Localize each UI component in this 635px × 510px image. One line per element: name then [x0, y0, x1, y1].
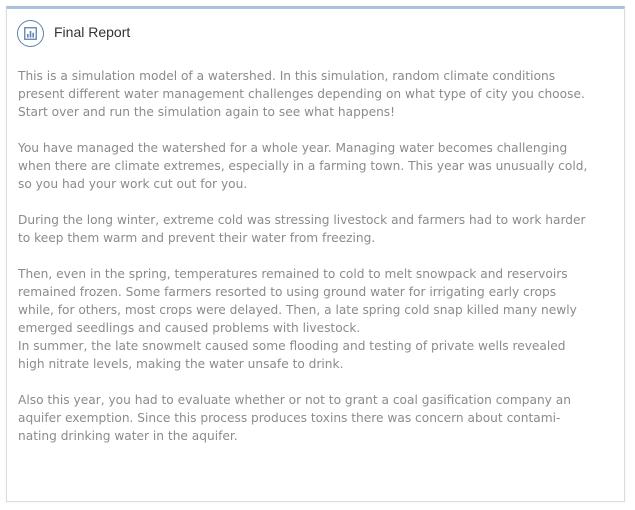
- paragraph-aquifer: Also this year, you had to evaluate whet…: [18, 391, 618, 445]
- paragraph-line: so you had your work cut out for you.: [18, 177, 248, 191]
- paragraph-line: Then, even in the spring, temperatures r…: [18, 267, 568, 281]
- paragraph-line: Also this year, you had to evaluate whet…: [18, 393, 571, 407]
- paragraph-line: You have managed the watershed for a who…: [18, 141, 568, 155]
- paragraph-line: high nitrate levels, making the water un…: [18, 357, 344, 371]
- paragraph-line: This is a simulation model of a watershe…: [18, 69, 556, 83]
- final-report-panel: Final Report This is a simulation model …: [6, 6, 625, 502]
- paragraph-intro: This is a simulation model of a watershe…: [18, 67, 618, 121]
- paragraph-line: present different water management chall…: [18, 87, 585, 101]
- paragraph-line: while, for others, most crops were delay…: [18, 303, 577, 317]
- paragraph-line: During the long winter, extreme cold was…: [18, 213, 586, 227]
- paragraph-line: In summer, the late snowmelt caused some…: [18, 339, 566, 353]
- report-body: This is a simulation model of a watershe…: [18, 67, 618, 445]
- paragraph-spring-summer: Then, even in the spring, temperatures r…: [18, 265, 618, 373]
- paragraph-line: Start over and run the simulation again …: [18, 105, 396, 119]
- paragraph-line: emerged seedlings and caused problems wi…: [18, 321, 361, 335]
- paragraph-year-summary: You have managed the watershed for a who…: [18, 139, 618, 193]
- paragraph-winter: During the long winter, extreme cold was…: [18, 211, 618, 247]
- bar-chart-glyph: [24, 27, 37, 40]
- paragraph-line: when there are climate extremes, especia…: [18, 159, 588, 173]
- report-header: Final Report: [7, 9, 624, 55]
- paragraph-line: to keep them warm and prevent their wate…: [18, 231, 376, 245]
- paragraph-line: remained frozen. Some farmers resorted t…: [18, 285, 557, 299]
- bar-chart-icon: [17, 20, 44, 47]
- paragraph-line: aquifer exemption. Since this process pr…: [18, 411, 561, 425]
- paragraph-line: nating drinking water in the aquifer.: [18, 429, 238, 443]
- report-title: Final Report: [54, 24, 131, 40]
